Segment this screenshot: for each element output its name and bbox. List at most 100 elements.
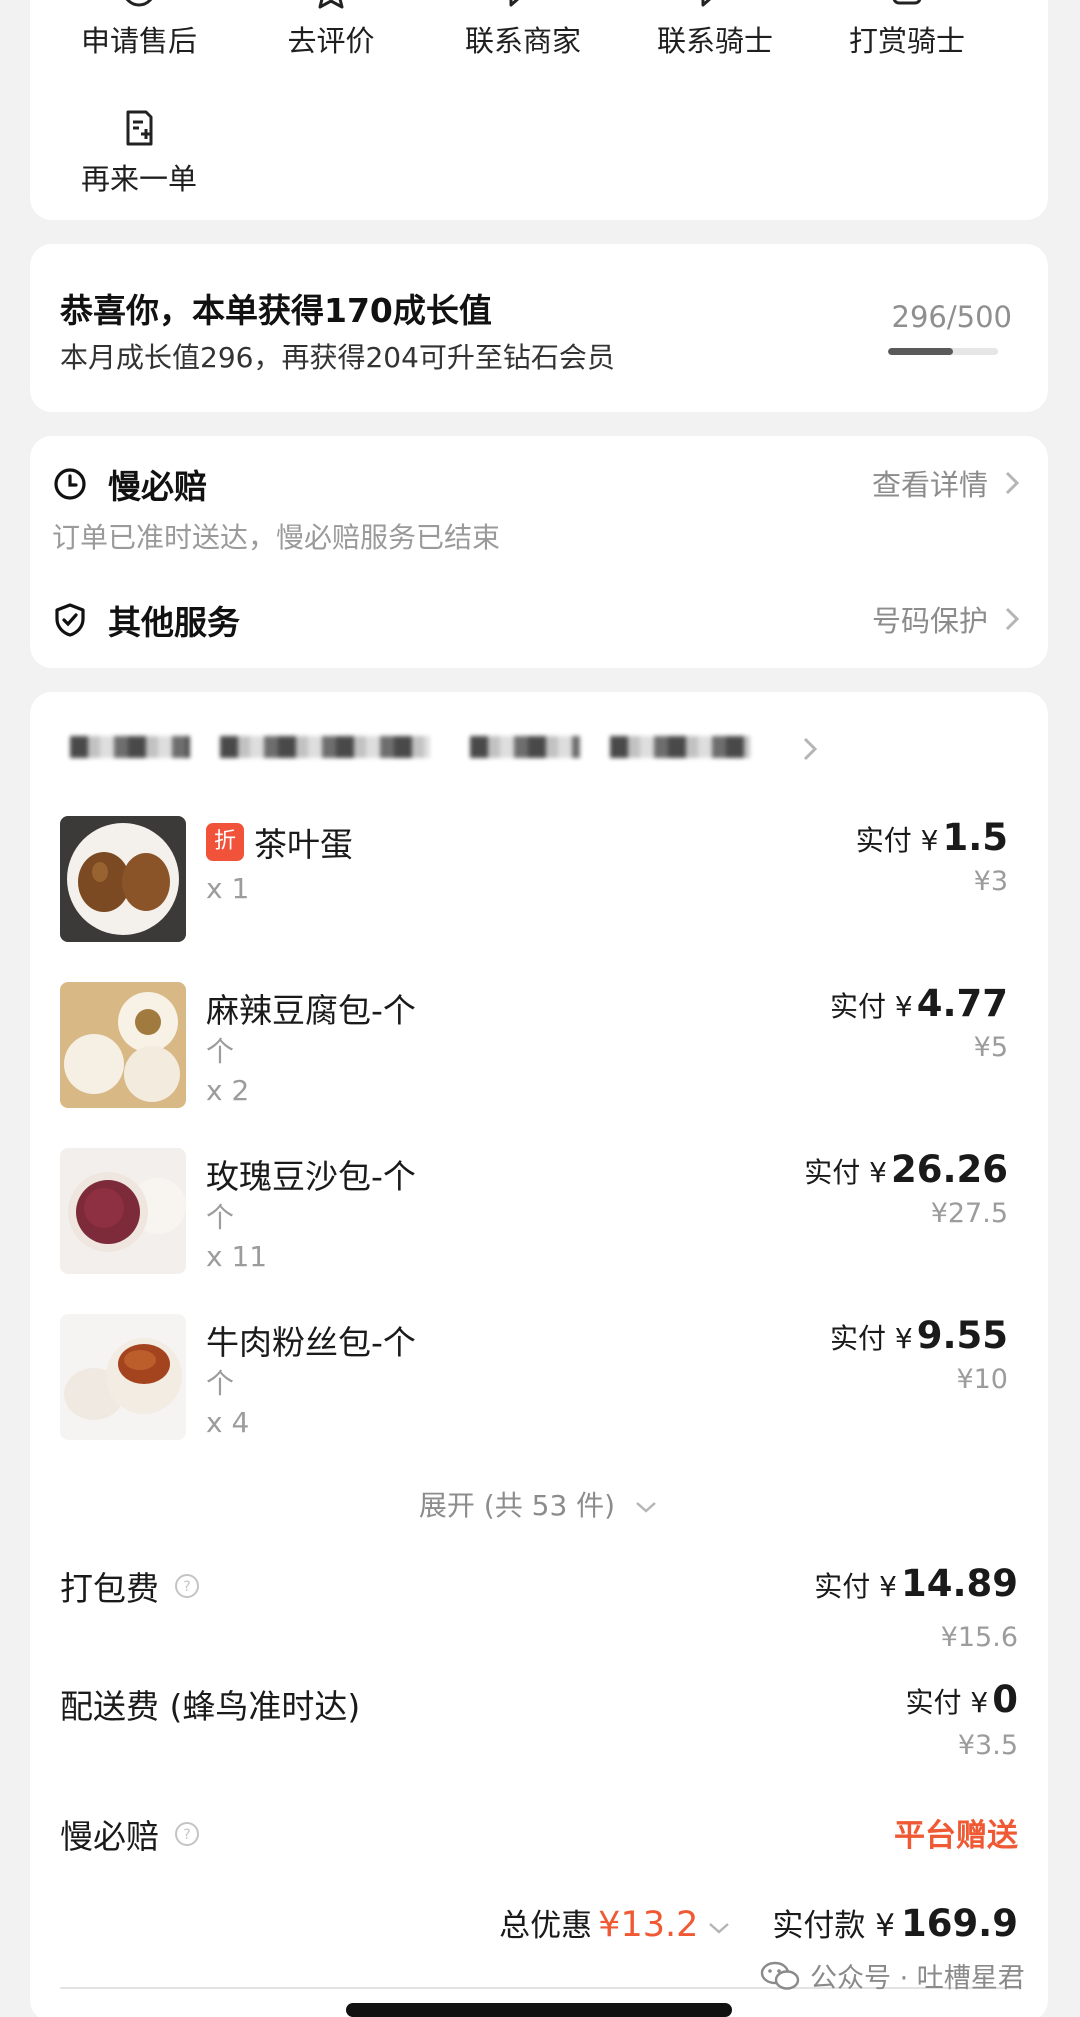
star-icon [318,0,344,9]
slow-pay-details-text: 查看详情 [871,468,988,502]
chevron-right-icon [1005,471,1020,495]
item-name-text: 茶叶蛋 [254,825,353,864]
order-item[interactable]: 牛肉粉丝包-个 个 x 4 实付 ¥9.55 ¥10 [60,1314,1020,1454]
item-quantity: x 2 [206,1074,250,1107]
reward-icon [892,0,922,5]
chevron-right-icon [803,737,818,761]
shield-check-icon [55,603,85,637]
item-paid: 实付 ¥4.77 [830,982,1008,1025]
write-review-button[interactable]: 去评价 [236,0,426,60]
service-card: 慢必赔 查看详情 订单已准时送达，慢必赔服务已结束 其他服务 号码保护 [30,436,1048,668]
slow-pay-note: 订单已准时送达，慢必赔服务已结束 [52,521,501,554]
chevron-down-icon [633,1489,659,1522]
slow-pay-fee-text: 慢必赔 [60,1817,159,1856]
contact-rider-button[interactable]: 联系骑士 [620,0,810,60]
item-spec: 个 [206,1367,235,1400]
clock-icon [54,468,86,500]
item-name-text: 玫瑰豆沙包-个 [206,1157,416,1196]
rose-bean-bun-image [60,1148,186,1274]
growth-value-card[interactable]: 恭喜你，本单获得170成长值 本月成长值296，再获得204可升至钻石会员 29… [30,244,1048,412]
svg-text:?: ? [183,1827,190,1843]
item-name: 麻辣豆腐包-个 [206,984,416,1032]
platform-gift-label: 平台赠送 [894,1818,1018,1854]
slow-pay-title: 慢必赔 [52,460,207,508]
expand-items-button[interactable]: 展开 (共 53 件) [30,1484,1048,1524]
delivery-fee-paid-label: 实付 ¥ [905,1686,989,1719]
item-paid-label: 实付 ¥ [804,1156,887,1189]
item-original-price: ¥5 [973,1032,1008,1063]
order-item[interactable]: 玫瑰豆沙包-个 个 x 11 实付 ¥26.26 ¥27.5 [60,1148,1020,1288]
growth-subtitle: 本月成长值296，再获得204可升至钻石会员 [60,341,615,374]
blur-block [610,736,750,758]
total-paid-amount: 169.9 [900,1902,1018,1945]
item-paid: 实付 ¥1.5 [856,816,1008,859]
chevron-right-icon [1005,607,1020,631]
item-name-text: 牛肉粉丝包-个 [206,1323,416,1362]
slow-pay-title-text: 慢必赔 [108,467,207,506]
packing-fee-paid-amount: 14.89 [900,1562,1018,1605]
action-label: 打赏骑士 [848,24,965,58]
item-original-price: ¥3 [973,866,1008,897]
item-spec: 个 [206,1201,235,1234]
home-indicator[interactable] [346,2003,732,2017]
help-icon[interactable]: ? [173,1572,201,1600]
item-paid-amount: 1.5 [942,816,1008,859]
watermark-text: 公众号 · 吐槽星君 [810,1963,1025,1994]
wechat-icon [760,1961,800,1990]
packing-fee-original: ¥15.6 [940,1622,1018,1653]
reward-rider-button[interactable]: 打赏骑士 [812,0,1002,60]
expand-label: 展开 (共 53 件) [418,1489,616,1522]
item-spec: 个 [206,1035,235,1068]
after-sales-icon [125,0,153,7]
item-paid: 实付 ¥9.55 [830,1314,1008,1357]
item-quantity: x 1 [206,872,250,905]
action-label: 去评价 [287,24,375,58]
other-services-title: 其他服务 [52,596,240,644]
growth-title: 恭喜你，本单获得170成长值 [60,291,492,330]
item-name: 牛肉粉丝包-个 [206,1316,416,1364]
reorder-button[interactable]: 再来一单 [44,108,234,198]
blur-block [470,736,580,758]
item-original-price: ¥10 [956,1364,1008,1395]
packing-fee-paid: 实付 ¥14.89 [814,1562,1018,1605]
help-icon[interactable]: ? [173,1820,201,1848]
beef-vermicelli-bun-image [60,1314,186,1440]
delivery-fee-paid-amount: 0 [992,1678,1018,1721]
delivery-fee-paid: 实付 ¥0 [906,1678,1018,1721]
item-name-text: 麻辣豆腐包-个 [206,991,416,1030]
contact-merchant-button[interactable]: 联系商家 [428,0,618,60]
chevron-down-icon[interactable] [706,1920,732,1940]
order-item[interactable]: 麻辣豆腐包-个 个 x 2 实付 ¥4.77 ¥5 [60,982,1020,1122]
item-paid-amount: 9.55 [916,1314,1008,1357]
item-paid-label: 实付 ¥ [829,990,913,1023]
apply-after-sales-button[interactable]: 申请售后 [44,0,234,60]
order-item[interactable]: 折 茶叶蛋 x 1 实付 ¥1.5 ¥3 [60,816,1020,956]
order-totals: 总优惠 ¥13.2 实付款 ¥ 169.9 [499,1900,1018,1945]
chat-icon [509,0,519,7]
discount-tag: 折 [206,823,244,861]
item-quantity: x 11 [206,1240,268,1273]
spicy-tofu-bun-image [60,982,186,1108]
packing-fee-label: 打包费 ? [60,1562,201,1610]
action-label: 再来一单 [80,162,197,196]
order-actions-card: 申请售后 去评价 联系商家 联系骑士 打赏骑士 再来一单 [30,0,1048,220]
other-services-title-text: 其他服务 [108,603,240,642]
store-name-blurred[interactable] [70,722,790,772]
action-label: 申请售后 [80,24,197,58]
number-protection-link[interactable]: 号码保护 [872,598,1022,640]
growth-progress-fill [888,348,954,355]
growth-progress-text: 296/500 [891,300,1012,334]
item-paid: 实付 ¥26.26 [804,1148,1008,1191]
packing-fee-text: 打包费 [60,1569,159,1608]
item-original-price: ¥27.5 [930,1198,1008,1229]
slow-pay-details-link[interactable]: 查看详情 [872,462,1022,504]
total-paid-label: 实付款 ¥ [772,1908,895,1944]
slow-pay-fee-label: 慢必赔 ? [60,1810,201,1858]
order-detail-card: 折 茶叶蛋 x 1 实付 ¥1.5 ¥3 麻辣豆腐包-个 个 x 2 实付 ¥4… [30,692,1048,2017]
blur-block [70,736,190,758]
item-name: 玫瑰豆沙包-个 [206,1150,416,1198]
growth-progress-bar [888,348,998,355]
item-paid-label: 实付 ¥ [855,824,939,857]
total-discount-amount[interactable]: ¥13.2 [598,1905,698,1945]
tea-egg-image [60,816,186,942]
